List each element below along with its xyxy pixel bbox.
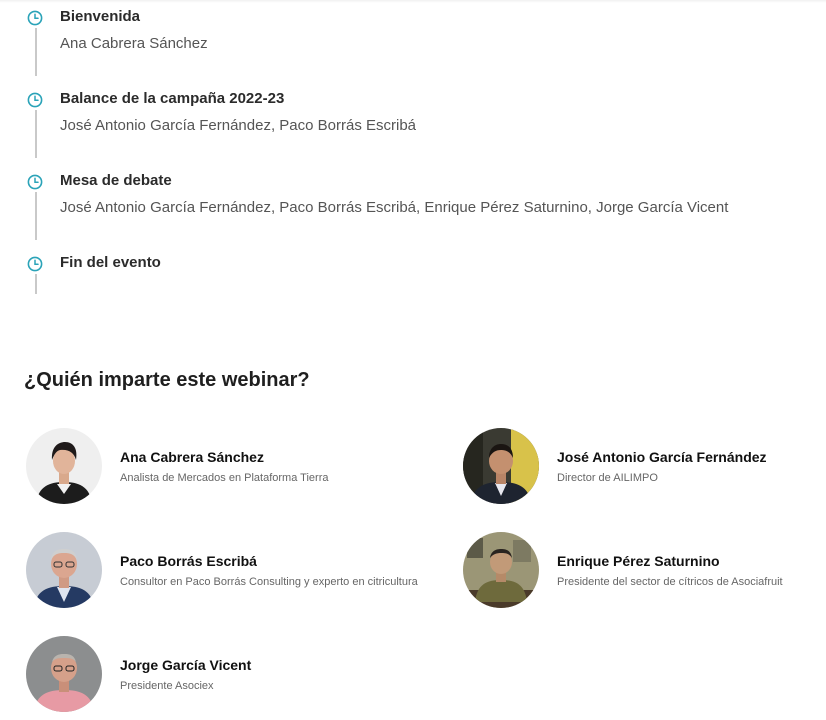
speaker-role: Presidente Asociex [120,680,214,692]
speaker-avatar [26,636,102,712]
speaker-role: Consultor en Paco Borrás Consulting y ex… [120,576,418,588]
speaker-avatar [463,532,539,608]
timeline-connector [35,192,37,240]
speaker-name: José Antonio García Fernández [557,449,767,465]
speakers-section-title: ¿Quién imparte este webinar? [24,369,310,391]
speaker-name: Ana Cabrera Sánchez [120,449,264,465]
speaker-card: Enrique Pérez Saturnino Presidente del s… [463,532,826,610]
top-shadow [0,0,826,3]
agenda-item-title: Mesa de debate [60,172,172,189]
clock-icon [27,92,43,108]
speaker-card: Jorge García Vicent Presidente Asociex [26,636,406,714]
clock-icon [27,256,43,272]
speaker-name: Paco Borrás Escribá [120,553,257,569]
clock-icon [27,10,43,26]
agenda-item-title: Fin del evento [60,254,161,271]
speaker-name: Jorge García Vicent [120,657,252,673]
agenda-item-title: Bienvenida [60,8,141,25]
speaker-card: José Antonio García Fernández Director d… [463,428,826,506]
speaker-card: Paco Borrás Escribá Consultor en Paco Bo… [26,532,418,610]
speaker-role: Presidente del sector de cítricos de Aso… [557,576,783,588]
speaker-avatar [26,428,102,504]
agenda-item-title: Balance de la campaña 2022-23 [60,90,285,107]
agenda-item-speakers: José Antonio García Fernández, Paco Borr… [60,117,417,134]
speaker-role: Analista de Mercados en Plataforma Tierr… [120,472,329,484]
agenda-item-speakers: Ana Cabrera Sánchez [60,35,208,52]
timeline-connector [35,274,37,294]
clock-icon [27,174,43,190]
speaker-card: Ana Cabrera Sánchez Analista de Mercados… [26,428,406,506]
timeline-connector [35,28,37,76]
speaker-name: Enrique Pérez Saturnino [557,553,720,569]
agenda-item-speakers: José Antonio García Fernández, Paco Borr… [60,199,729,216]
speaker-role: Director de AILIMPO [557,472,658,484]
timeline-connector [35,110,37,158]
speaker-avatar [463,428,539,504]
speaker-avatar [26,532,102,608]
